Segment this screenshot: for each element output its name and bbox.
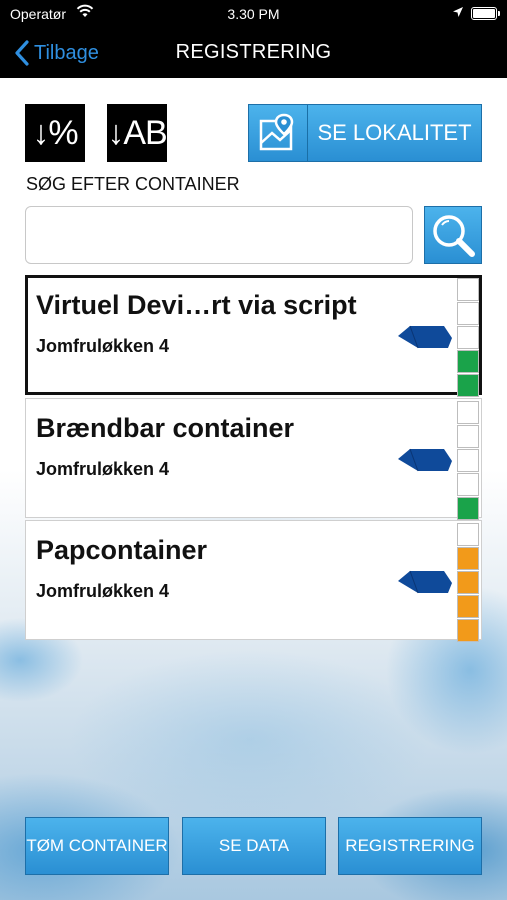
status-time: 3.30 PM: [227, 6, 280, 22]
container-address: Jomfruløkken 4: [36, 459, 170, 479]
fill-level-segment: [457, 449, 479, 472]
fill-level-segment: [457, 350, 479, 373]
fill-level-segment: [457, 595, 479, 618]
fill-level-segment: [457, 278, 479, 301]
see-location-label: SE LOKALITET: [317, 120, 472, 145]
registration-button[interactable]: REGISTRERING: [338, 817, 482, 875]
see-data-button[interactable]: SE DATA: [182, 817, 326, 875]
search-label: SØG EFTER CONTAINER: [26, 174, 240, 194]
fill-level-segment: [457, 571, 479, 594]
fill-level-segment: [457, 547, 479, 570]
status-bar: Operatør 3.30 PM: [0, 0, 507, 28]
search-input[interactable]: [25, 206, 413, 264]
search-icon: [433, 215, 475, 257]
container-list-item[interactable]: Papcontainer Jomfruløkken 4: [25, 520, 482, 643]
fill-level-segment: [457, 401, 479, 424]
fill-level-segment: [457, 374, 479, 397]
fill-level-indicator: [457, 401, 479, 521]
battery-icon: [471, 7, 500, 20]
fill-level-segment: [457, 326, 479, 349]
page-title: REGISTRERING: [175, 41, 332, 63]
skip-container-icon: [398, 448, 452, 472]
map-pin-icon: [249, 105, 308, 161]
fill-level-segment: [457, 523, 479, 546]
container-list-item[interactable]: Brændbar container Jomfruløkken 4: [25, 398, 482, 521]
location-arrow-icon: [452, 5, 464, 21]
fill-level-segment: [457, 425, 479, 448]
container-name: Virtuel Devi…rt via script: [36, 290, 357, 320]
container-name: Brændbar container: [36, 413, 295, 443]
search-button[interactable]: [424, 206, 482, 264]
fill-level-segment: [457, 302, 479, 325]
container-name: Papcontainer: [36, 535, 208, 565]
container-list-item[interactable]: Virtuel Devi…rt via script Jomfruløkken 4: [25, 275, 482, 398]
fill-level-segment: [457, 619, 479, 642]
fill-level-indicator: [457, 278, 479, 398]
skip-container-icon: [398, 570, 452, 594]
top-bar: Operatør 3.30 PM Tilbage REGISTRERING: [0, 0, 507, 78]
see-location-button[interactable]: SE LOKALITET: [248, 104, 482, 162]
fill-level-indicator: [457, 523, 479, 643]
container-address: Jomfruløkken 4: [36, 336, 170, 356]
container-address: Jomfruløkken 4: [36, 581, 170, 601]
empty-container-button[interactable]: TØM CONTAINER: [25, 817, 169, 875]
fill-level-segment: [457, 473, 479, 496]
sort-alphabetical-button[interactable]: ↓AB: [107, 104, 168, 162]
fill-level-segment: [457, 497, 479, 520]
sort-by-percent-button[interactable]: ↓%: [25, 104, 85, 162]
skip-container-icon: [398, 325, 452, 349]
